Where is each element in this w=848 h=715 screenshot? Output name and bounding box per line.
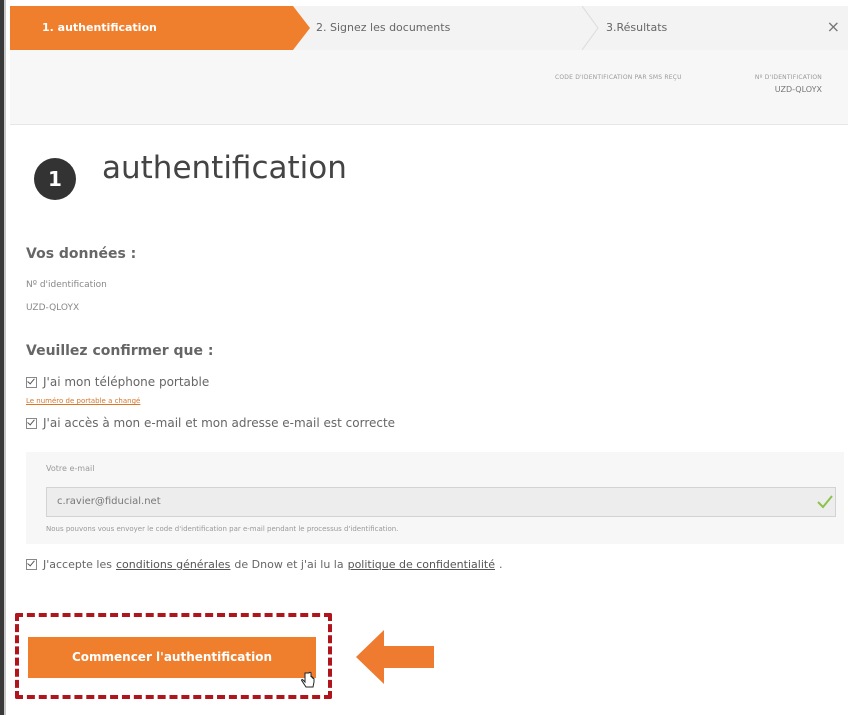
step-authentification-label: 1. authentification (42, 21, 157, 34)
phone-checkbox-row[interactable]: J'ai mon téléphone portable (26, 375, 209, 389)
window-left-edge (0, 0, 10, 715)
id-number-field-value: UZD-QLOYX (26, 303, 80, 313)
step-sign-documents[interactable]: 2. Signez les documents (316, 21, 450, 34)
identification-code-header: CODE D'IDENTIFICATION PAR SMS REÇU Nº D'… (10, 50, 848, 125)
terms-checkbox[interactable] (26, 559, 37, 570)
phone-checkbox-label: J'ai mon téléphone portable (43, 375, 210, 389)
email-access-checkbox-row[interactable]: J'ai accès à mon e-mail et mon adresse e… (26, 416, 395, 430)
id-number-value: UZD-QLOYX (774, 85, 822, 94)
email-access-checkbox-label: J'ai accès à mon e-mail et mon adresse e… (43, 416, 396, 430)
valid-check-icon (817, 495, 833, 509)
terms-conditions-link[interactable]: conditions générales (116, 558, 230, 571)
close-icon[interactable]: × (827, 17, 840, 36)
step-results[interactable]: 3.Résultats (606, 21, 667, 34)
email-input[interactable]: c.ravier@fiducial.net (46, 487, 836, 517)
progress-stepper: 1. authentification 2. Signez les docume… (10, 6, 848, 51)
email-panel: Votre e-mail c.ravier@fiducial.net Nous … (26, 452, 844, 544)
hand-cursor-icon (301, 671, 315, 688)
email-access-checkbox[interactable] (26, 417, 37, 429)
id-number-label: Nº D'IDENTIFICATION (754, 74, 822, 81)
phone-changed-link[interactable]: Le numéro de portable a changé (26, 397, 140, 405)
terms-middle: de Dnow et j'ai lu la (234, 558, 344, 571)
start-authentication-button[interactable]: Commencer l'authentification (28, 637, 316, 678)
phone-checkbox[interactable] (26, 376, 37, 388)
email-help-text: Nous pouvons vous envoyer le code d'iden… (46, 525, 399, 533)
terms-prefix: J'accepte les (43, 558, 112, 571)
confirm-heading: Veuillez confirmer que : (26, 343, 214, 359)
email-field-label: Votre e-mail (46, 464, 95, 473)
step-number-badge: 1 (34, 158, 76, 200)
step-authentification[interactable]: 1. authentification (10, 6, 310, 50)
page-title: authentification (102, 150, 347, 186)
your-data-heading: Vos données : (26, 246, 137, 262)
privacy-policy-link[interactable]: politique de confidentialité (348, 558, 495, 571)
id-number-field-label: Nº d'identification (26, 280, 107, 290)
pointing-arrow-icon (356, 630, 434, 684)
sms-code-label: CODE D'IDENTIFICATION PAR SMS REÇU (555, 74, 682, 81)
terms-suffix: . (498, 558, 503, 571)
step-separator-chevron (581, 6, 599, 50)
terms-checkbox-row[interactable]: J'accepte les conditions générales de Dn… (26, 558, 502, 571)
